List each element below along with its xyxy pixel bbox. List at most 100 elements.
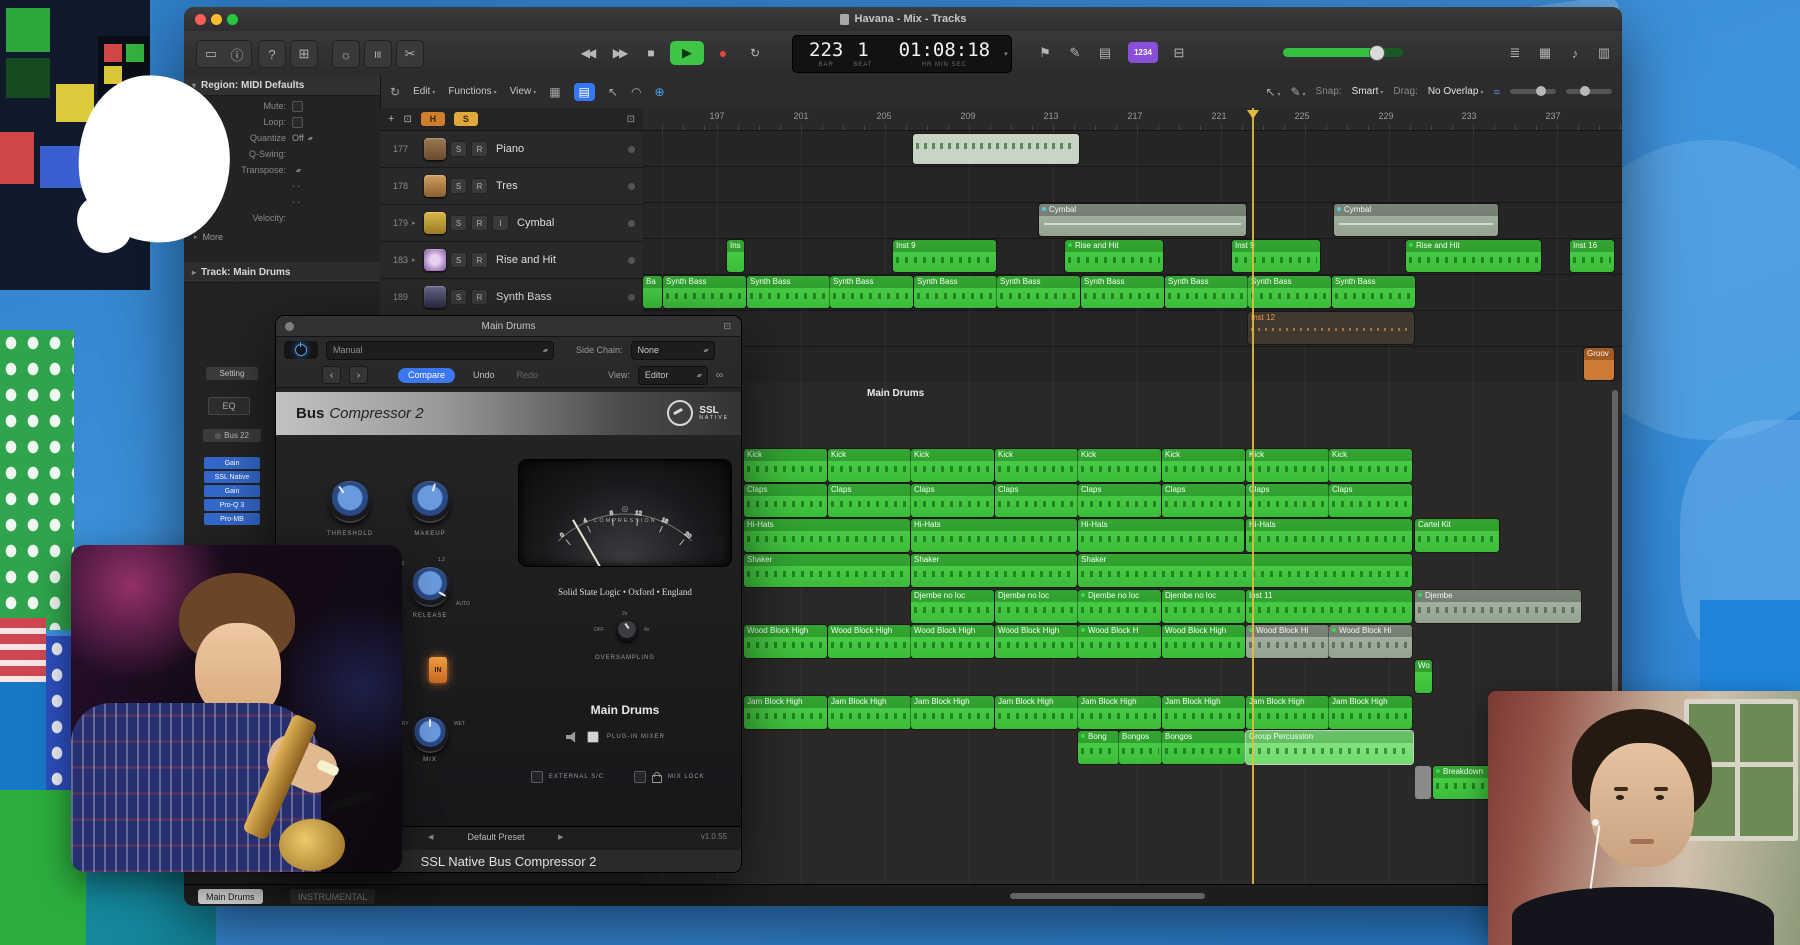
threshold-knob[interactable] [329,481,371,523]
region-inspector-header[interactable]: ▾ Region: MIDI Defaults [184,75,380,96]
region-inst11[interactable]: Inst 11 [1246,590,1412,623]
region-inst9-a[interactable]: Inst 9 [893,240,996,272]
region-djembe[interactable]: Djembe no loc [911,590,994,623]
region-hihats[interactable]: Hi-Hats [744,519,910,552]
region-hihats[interactable]: Hi-Hats [911,519,1077,552]
solo-button[interactable]: S [450,252,467,268]
solo-button[interactable]: S [450,178,467,194]
media-icon[interactable]: ▥ [1592,40,1616,66]
region-djembe[interactable]: Djembe no loc [1162,590,1245,623]
next-preset-button[interactable]: › [349,366,368,384]
disclosure-icon[interactable]: ▸ [412,256,420,264]
mixer-icon[interactable]: ▦ [1532,40,1558,66]
oversampling-knob[interactable] [617,621,637,641]
play-button[interactable]: ▶ [670,41,704,65]
region-bass-1[interactable]: Synth Bass [663,276,746,308]
region-claps[interactable]: Claps [995,484,1078,517]
record-enable-button[interactable]: R [471,178,488,194]
region-bongos[interactable]: Bongos [1119,731,1162,764]
add-track-button[interactable]: + [388,113,394,125]
lcd-display[interactable]: 223 BAR 1 BEAT 01:08:18 HR MIN SEC ▾ [792,35,1012,73]
region-jamblock[interactable]: Jam Block High [1078,696,1161,729]
region-jamblock[interactable]: Jam Block High [1162,696,1245,729]
track-on-indicator[interactable] [628,183,635,190]
region-wo[interactable]: Wo [1415,660,1432,693]
drag-select[interactable]: No Overlap▾ [1428,86,1484,97]
region-bass-3[interactable]: Synth Bass [830,276,913,308]
stepper-icon[interactable]: ▴▾ [296,167,300,174]
track-on-indicator[interactable] [628,294,635,301]
plugin-link-route-icon[interactable]: ⊡ [723,321,731,332]
input-monitor-button[interactable]: I [492,215,509,231]
vertical-zoom-slider[interactable] [1510,89,1556,94]
region-woodblock[interactable]: Wood Block High [1162,625,1245,658]
mix-knob[interactable] [412,717,448,753]
count-in-badge[interactable]: 1234 [1128,42,1158,63]
quick-help-button[interactable]: ? [258,40,286,68]
loop-checkbox[interactable] [292,117,303,128]
pointer-tool-icon[interactable]: ↖ [608,85,618,99]
bus-send-slot[interactable]: ◎Bus 22 [203,429,261,442]
link-icon[interactable]: ∞ [716,370,723,381]
region-bass-6[interactable]: Synth Bass [1081,276,1164,308]
track-groups-icon[interactable]: ⊡ [403,114,411,125]
record-enable-button[interactable]: R [471,252,488,268]
tuner-icon[interactable]: ☼ [332,40,360,68]
track-row-tres[interactable]: 178 S R Tres [380,168,643,205]
region-inst12[interactable]: Inst 12 [1248,312,1414,344]
region-claps[interactable]: Claps [828,484,911,517]
functions-menu[interactable]: Functions▾ [448,86,496,97]
preset-next-icon[interactable]: ▶ [558,833,563,841]
track-on-indicator[interactable] [628,220,635,227]
region-woodblock[interactable]: Wood Block H [1078,625,1161,658]
insert-slot-promb[interactable]: Pro-MB [204,513,260,525]
track-header-config-icon[interactable]: ⊡ [627,114,635,125]
region-piano-midi[interactable] [913,134,1079,164]
record-enable-button[interactable]: R [471,141,488,157]
region-groove[interactable]: Groov [1584,348,1614,380]
insert-slot-ssl[interactable]: SSL Native [204,471,260,483]
stack-icon[interactable]: ⊟ [1166,40,1192,66]
hide-tracks-button[interactable]: H [421,112,445,126]
stop-button[interactable]: ■ [638,41,664,65]
insert-slot-proq3[interactable]: Pro-Q 3 [204,499,260,511]
region-claps[interactable]: Claps [1078,484,1161,517]
region-bass-5[interactable]: Synth Bass [997,276,1080,308]
region-woodblock[interactable]: Wood Block High [911,625,994,658]
marker-icon[interactable]: ⚑ [1032,40,1058,66]
horizontal-scrollbar[interactable] [1010,893,1205,899]
waveform-zoom-icon[interactable]: ≈ [1493,85,1500,99]
region-shaker[interactable]: Shaker [911,554,1077,587]
region-jamblock[interactable]: Jam Block High [995,696,1078,729]
refresh-icon[interactable]: ↻ [390,85,400,99]
eq-slot[interactable]: EQ [208,397,250,415]
region-cymbal-2[interactable]: Cymbal [1334,204,1498,236]
catch-playhead-icon[interactable]: ⊕ [654,85,664,99]
region-kick[interactable]: Kick [1329,449,1412,482]
region-jamblock[interactable]: Jam Block High [1246,696,1329,729]
mute-checkbox[interactable] [292,101,303,112]
region-djembe[interactable]: Djembe no loc [1078,590,1161,623]
sidechain-select[interactable]: None▴▾ [631,341,715,360]
view-menu[interactable]: View▾ [510,86,537,97]
snap-select[interactable]: Smart▾ [1352,86,1384,97]
editors-icon[interactable]: ≣ [1502,40,1528,66]
region-kick[interactable]: Kick [1078,449,1161,482]
insert-slot-gain-2[interactable]: Gain [204,485,260,497]
track-row-rise[interactable]: 183 ▸ S R Rise and Hit [380,242,643,279]
lcd-mode-chevron-icon[interactable]: ▾ [1004,50,1008,58]
region-bongos-cut[interactable]: Bong [1078,731,1119,764]
plugin-mixer-checkbox[interactable] [587,731,599,743]
makeup-knob[interactable] [409,481,451,523]
prev-preset-button[interactable]: ‹ [322,366,341,384]
region-kick[interactable]: Kick [995,449,1078,482]
region-woodblock-muted[interactable]: Wood Block Hi [1329,625,1412,658]
loops-icon[interactable]: ♪ [1562,40,1588,66]
region-rise-2[interactable]: Rise and Hit [1406,240,1541,272]
region-breakdown[interactable]: Breakdown [1433,766,1491,799]
region-woodblock-muted[interactable]: Wood Block Hi [1246,625,1329,658]
region-claps[interactable]: Claps [1246,484,1329,517]
region-jamblock[interactable]: Jam Block High [828,696,911,729]
external-sc-checkbox[interactable] [531,771,543,783]
undo-button[interactable]: Undo [473,370,495,380]
